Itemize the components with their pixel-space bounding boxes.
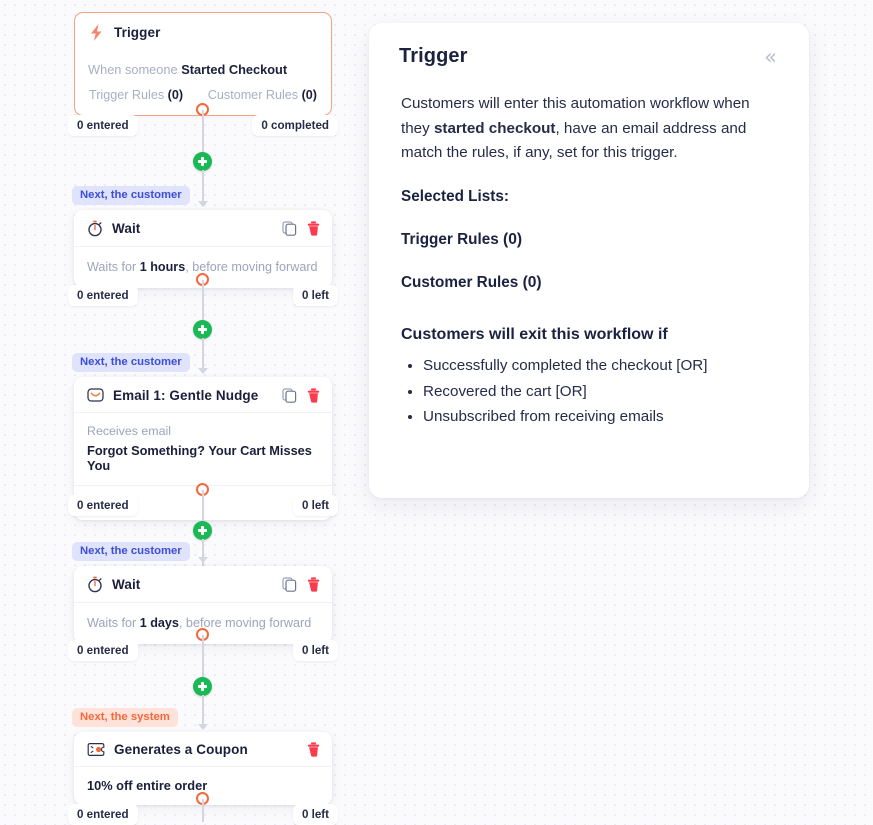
trigger-detail-panel: Trigger « Customers will enter this auto… <box>369 23 809 498</box>
email-node-body: Receives email Forgot Something? Your Ca… <box>74 413 332 485</box>
workflow-flow-column: Trigger When someone Started Checkout Tr… <box>0 0 410 825</box>
trigger-node-title: Trigger <box>114 25 161 40</box>
copy-icon[interactable] <box>282 221 297 236</box>
coupon-ticket-icon <box>87 742 105 757</box>
trigger-node-header: Trigger <box>75 13 331 51</box>
stopwatch-icon <box>87 576 103 593</box>
trigger-explanation: Customers will enter this automation wor… <box>401 92 777 166</box>
entered-count-badge: 0 entered <box>68 640 138 661</box>
node-actions <box>307 742 320 757</box>
trigger-rules-count: (0) <box>167 88 184 102</box>
copy-icon[interactable] <box>282 387 297 403</box>
envelope-icon <box>87 387 104 403</box>
trigger-rules-entry[interactable]: Trigger Rules (0) <box>89 88 183 102</box>
trigger-event-description: When someone Started Checkout <box>88 62 318 77</box>
step-owner-chip: Next, the customer <box>72 186 190 205</box>
add-step-button[interactable] <box>193 320 212 339</box>
wait-duration: 1 hours <box>139 260 186 274</box>
entered-count-badge: 0 entered <box>68 115 138 136</box>
panel-title: Trigger <box>399 45 468 67</box>
coupon-node-header: Generates a Coupon <box>74 732 332 767</box>
list-item: Successfully completed the checkout [OR] <box>423 354 777 379</box>
exit-conditions-list: Successfully completed the checkout [OR]… <box>401 354 777 430</box>
step-owner-chip: Next, the system <box>72 708 178 727</box>
email-node-title: Email 1: Gentle Nudge <box>113 387 259 403</box>
list-item: Unsubscribed from receiving emails <box>423 405 777 430</box>
panel-customer-rules-count: (0) <box>522 273 542 291</box>
connector-arrow <box>197 201 208 207</box>
lightning-bolt-icon <box>88 23 105 42</box>
left-count-badge: 0 left <box>292 640 338 661</box>
stopwatch-icon <box>87 220 103 237</box>
email-subject: Forgot Something? Your Cart Misses You <box>87 443 312 473</box>
connector-arrow <box>197 368 208 374</box>
customer-rules-label: Customer Rules <box>207 88 302 102</box>
add-step-button[interactable] <box>193 152 212 171</box>
coupon-description: 10% off entire order <box>87 778 208 793</box>
delete-icon[interactable] <box>307 387 320 403</box>
explanation-event: started checkout <box>433 119 556 137</box>
delete-icon[interactable] <box>307 742 320 757</box>
email-action-label: Receives email <box>87 424 172 438</box>
connector-line <box>202 170 204 204</box>
step-owner-chip: Next, the customer <box>72 542 190 561</box>
wait-duration: 1 days <box>139 616 179 630</box>
panel-trigger-rules[interactable]: Trigger Rules (0) <box>401 231 777 249</box>
completed-count-badge: 0 completed <box>252 115 338 136</box>
panel-header: Trigger « <box>399 45 779 72</box>
copy-icon[interactable] <box>282 577 297 592</box>
wait-prefix: Waits for <box>87 260 140 274</box>
panel-trigger-rules-label: Trigger Rules <box>401 230 504 248</box>
list-item: Recovered the cart [OR] <box>423 380 777 405</box>
node-actions <box>282 221 320 236</box>
email-node-header: Email 1: Gentle Nudge <box>74 377 332 413</box>
connector-line <box>202 338 204 371</box>
panel-body: Customers will enter this automation wor… <box>399 72 779 430</box>
workflow-canvas: Trigger When someone Started Checkout Tr… <box>0 0 873 825</box>
wait-node-title: Wait <box>112 221 141 236</box>
customer-rules-count: (0) <box>301 88 317 102</box>
exit-conditions-heading: Customers will exit this workflow if <box>401 325 668 343</box>
panel-customer-rules-label: Customer Rules <box>401 273 523 291</box>
selected-lists-heading: Selected Lists: <box>401 187 509 205</box>
trigger-when-prefix: When someone <box>88 62 182 77</box>
trigger-event-name: Started Checkout <box>181 62 288 77</box>
delete-icon[interactable] <box>307 577 320 592</box>
wait-node-title: Wait <box>112 577 141 592</box>
left-count-badge: 0 left <box>292 285 338 306</box>
panel-customer-rules[interactable]: Customer Rules (0) <box>401 274 777 292</box>
trigger-rules-label: Trigger Rules <box>89 88 168 102</box>
wait-node-header: Wait <box>74 566 332 603</box>
entered-count-badge: 0 entered <box>68 495 138 516</box>
customer-rules-entry[interactable]: Customer Rules (0) <box>208 88 317 102</box>
connector-line <box>202 799 204 822</box>
trigger-node-card[interactable]: Trigger When someone Started Checkout Tr… <box>74 12 332 116</box>
coupon-node-title: Generates a Coupon <box>114 742 248 757</box>
panel-trigger-rules-count: (0) <box>503 230 523 248</box>
trigger-rules-row: Trigger Rules (0) Customer Rules (0) <box>88 86 318 103</box>
wait-suffix: , before moving forward <box>185 260 318 274</box>
wait-prefix: Waits for <box>87 616 140 630</box>
add-step-button[interactable] <box>193 521 212 540</box>
node-actions <box>282 387 320 403</box>
collapse-panel-button[interactable]: « <box>754 45 779 72</box>
connector-arrow <box>197 557 208 563</box>
delete-icon[interactable] <box>307 221 320 236</box>
add-step-button[interactable] <box>193 677 212 696</box>
node-actions <box>282 577 320 592</box>
wait-node-header: Wait <box>74 210 332 247</box>
left-count-badge: 0 left <box>292 495 338 516</box>
connector-arrow <box>197 724 208 730</box>
entered-count-badge: 0 entered <box>68 285 138 306</box>
step-owner-chip: Next, the customer <box>72 353 190 372</box>
